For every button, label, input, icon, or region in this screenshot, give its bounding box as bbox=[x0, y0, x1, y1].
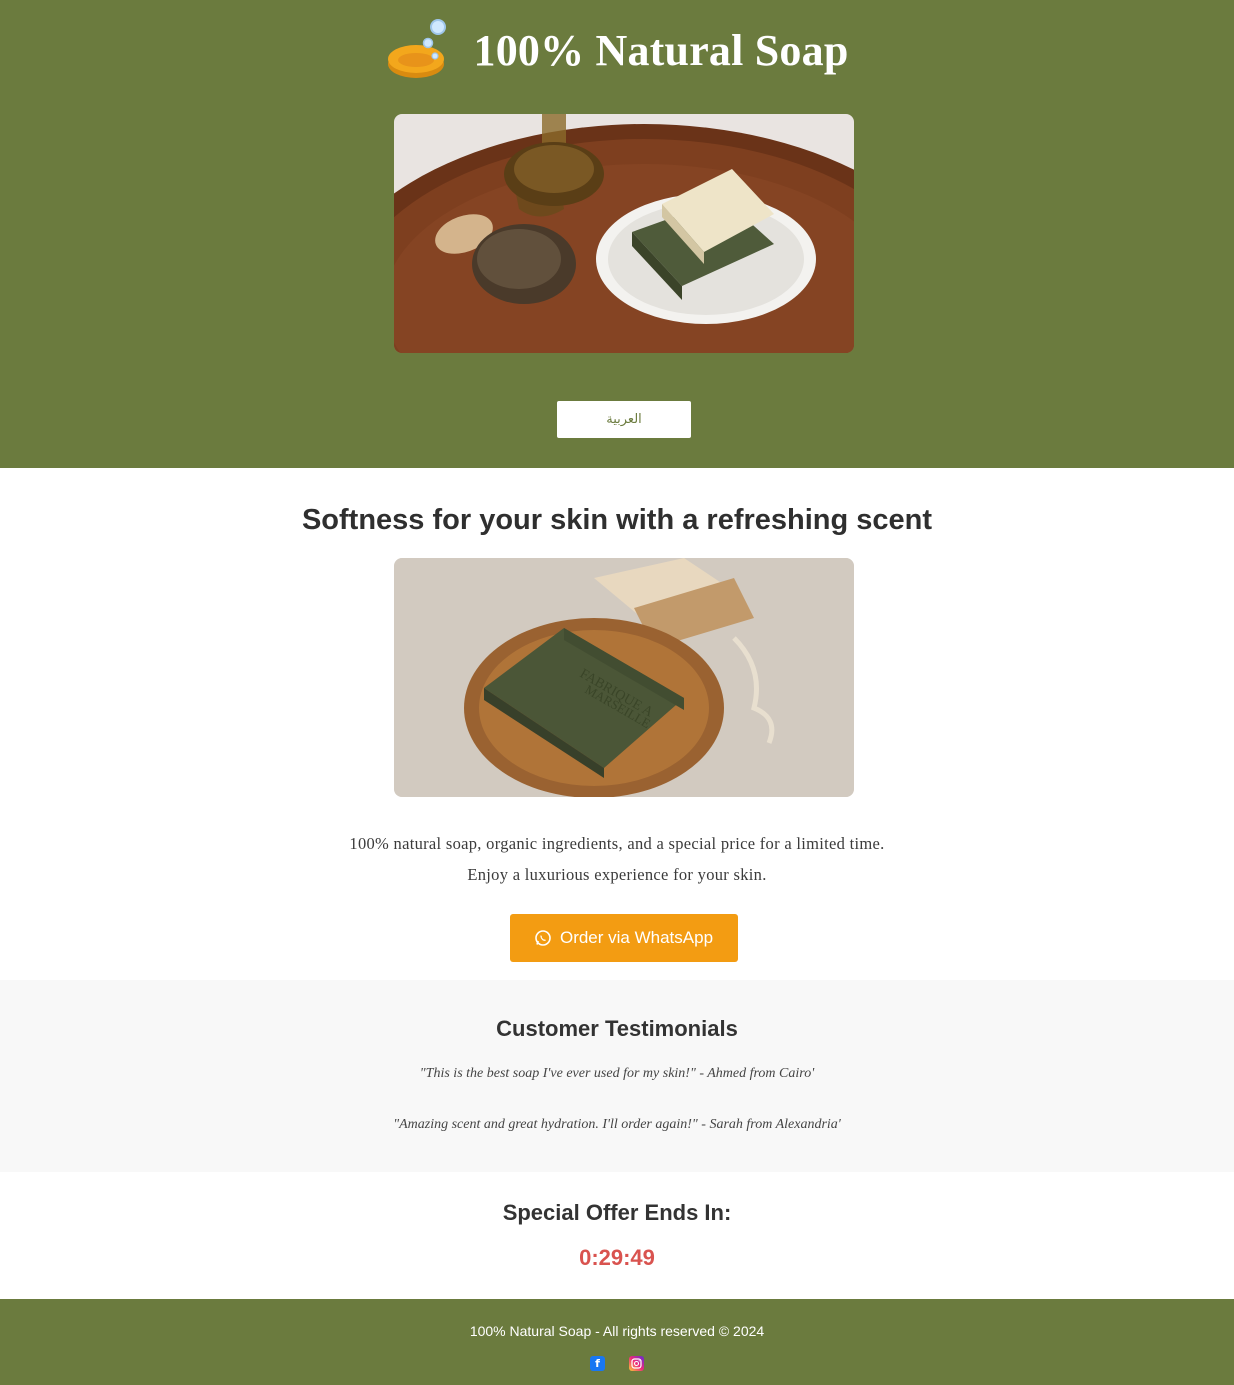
site-title: 100% Natural Soap bbox=[473, 25, 849, 75]
offer-section: Special Offer Ends In: 0:29:49 bbox=[0, 1172, 1234, 1299]
site-footer: 100% Natural Soap - All rights reserved … bbox=[0, 1299, 1234, 1385]
testimonial-quote: "Amazing scent and great hydration. I'll… bbox=[393, 1117, 841, 1132]
main-section: Softness for your skin with a refreshing… bbox=[0, 468, 1234, 980]
social-links: f bbox=[0, 1356, 1234, 1371]
description-line: 100% natural soap, organic ingredients, … bbox=[349, 834, 885, 853]
hero-image bbox=[394, 114, 854, 353]
testimonials-section: Customer Testimonials "This is the best … bbox=[0, 980, 1234, 1172]
language-toggle-button[interactable]: العربية bbox=[557, 401, 691, 438]
whatsapp-icon bbox=[535, 930, 551, 946]
order-button-label: Order via WhatsApp bbox=[559, 928, 714, 947]
copyright-text: 100% Natural Soap - All rights reserved … bbox=[469, 1323, 765, 1339]
main-headline: Softness for your skin with a refreshing… bbox=[301, 504, 933, 536]
site-header: 100% Natural Soap العربية bbox=[0, 0, 1234, 468]
soap-bar-icon bbox=[386, 18, 450, 82]
instagram-icon[interactable] bbox=[629, 1356, 644, 1371]
facebook-icon[interactable]: f bbox=[590, 1356, 605, 1371]
product-image: FABRIQUE A MARSEILLE bbox=[394, 558, 854, 797]
testimonial-quote: "This is the best soap I've ever used fo… bbox=[419, 1066, 815, 1081]
order-whatsapp-button[interactable]: Order via WhatsApp bbox=[510, 914, 738, 962]
testimonials-title: Customer Testimonials bbox=[496, 1016, 738, 1041]
offer-title: Special Offer Ends In: bbox=[502, 1200, 732, 1225]
product-description: 100% natural soap, organic ingredients, … bbox=[0, 828, 1234, 890]
brand: 100% Natural Soap bbox=[0, 18, 1234, 82]
countdown-timer: 0:29:49 bbox=[579, 1245, 655, 1270]
description-line: Enjoy a luxurious experience for your sk… bbox=[467, 865, 767, 884]
